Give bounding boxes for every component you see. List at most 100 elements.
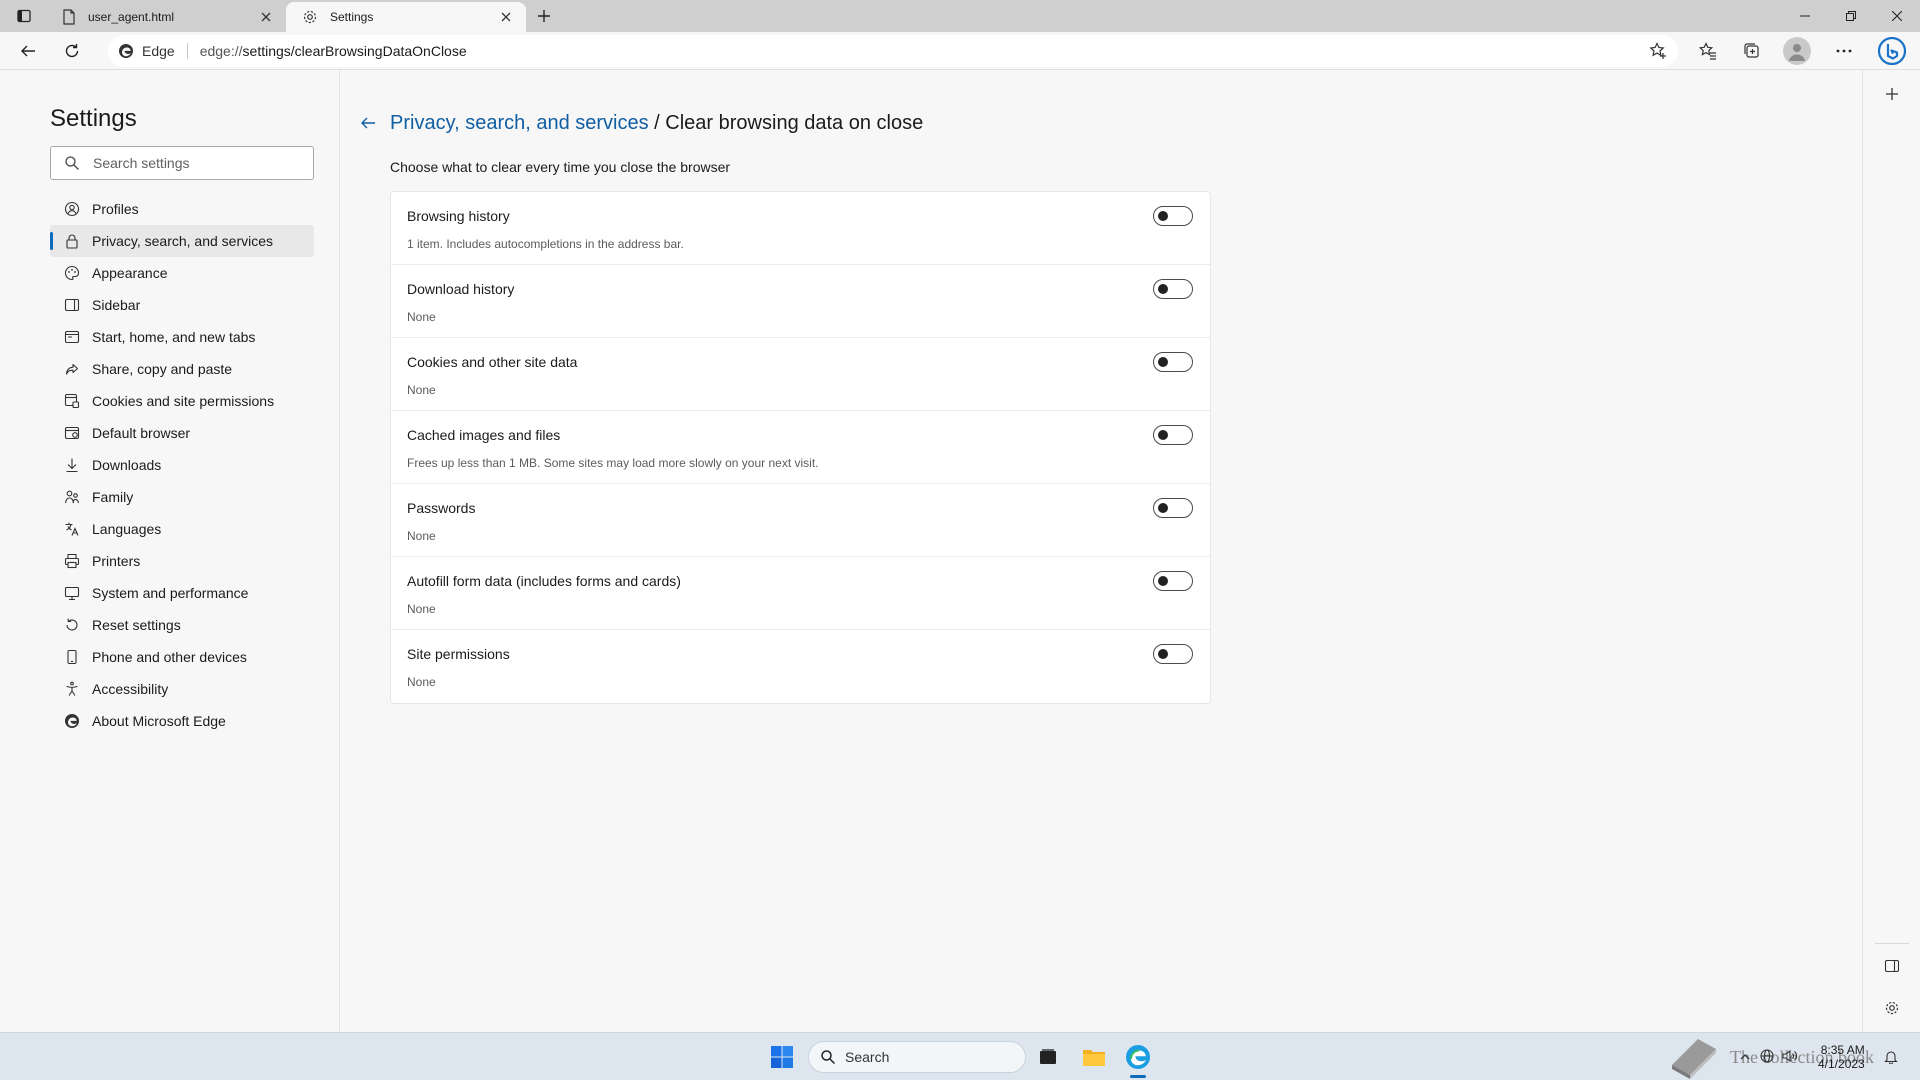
clear-options-card: Browsing history 1 item. Includes autoco… [390, 191, 1211, 704]
sidebar-item-reset[interactable]: Reset settings [50, 609, 314, 641]
tab-settings[interactable]: Settings [286, 2, 526, 32]
cookies-toggle[interactable] [1153, 352, 1193, 372]
favorites-icon [1699, 42, 1716, 60]
volume-button[interactable] [1782, 1049, 1798, 1066]
task-view-button[interactable] [1030, 1039, 1066, 1075]
ellipsis-icon [1836, 49, 1852, 53]
system-tray [1740, 1033, 1798, 1080]
sidebar-add-button[interactable] [1880, 82, 1904, 106]
notifications-button[interactable] [1884, 1033, 1898, 1080]
start-button[interactable] [764, 1039, 800, 1075]
sidebar-item-family[interactable]: Family [50, 481, 314, 513]
sidebar-settings-button[interactable] [1880, 996, 1904, 1020]
reset-icon [64, 617, 80, 633]
sidebar-item-label: Phone and other devices [92, 649, 247, 665]
restore-button[interactable] [1828, 0, 1874, 32]
toggle-knob [1158, 211, 1168, 221]
network-button[interactable] [1760, 1048, 1774, 1066]
browsing-history-toggle[interactable] [1153, 206, 1193, 226]
sidebar-item-label: Profiles [92, 201, 139, 217]
option-title: Browsing history [407, 208, 510, 224]
taskbar-clock[interactable]: 8:35 AM 4/1/2023 [1818, 1043, 1865, 1071]
sidebar-item-about[interactable]: About Microsoft Edge [50, 705, 314, 737]
window-close-button[interactable] [1874, 0, 1920, 32]
sidebar-item-phone[interactable]: Phone and other devices [50, 641, 314, 673]
globe-icon [1760, 1048, 1774, 1063]
sidebar-item-start-home[interactable]: Start, home, and new tabs [50, 321, 314, 353]
option-description: Frees up less than 1 MB. Some sites may … [407, 456, 819, 470]
site-permissions-toggle[interactable] [1153, 644, 1193, 664]
option-cached-images: Cached images and files Frees up less th… [391, 411, 1210, 484]
browser-icon [64, 425, 80, 441]
sidebar-item-label: Default browser [92, 425, 191, 441]
address-bar[interactable]: Edge edge://settings/clearBrowsingDataOn… [108, 35, 1678, 67]
system-icon [64, 585, 80, 601]
sidebar-item-sidebar[interactable]: Sidebar [50, 289, 314, 321]
tab-title: Settings [330, 10, 374, 24]
collections-icon [1744, 43, 1759, 58]
printer-icon [64, 553, 80, 569]
browser-toolbar: Edge edge://settings/clearBrowsingDataOn… [0, 32, 1920, 70]
tray-overflow-button[interactable] [1740, 1050, 1750, 1064]
taskbar-search[interactable]: Search [808, 1041, 1026, 1073]
edge-logo-icon [119, 44, 133, 58]
sidebar-item-accessibility[interactable]: Accessibility [50, 673, 314, 705]
file-explorer-button[interactable] [1076, 1039, 1112, 1075]
back-to-privacy-button[interactable] [357, 112, 379, 134]
option-description: None [407, 310, 436, 324]
bing-logo-icon [1878, 37, 1906, 65]
breadcrumb-separator: / [648, 112, 666, 134]
sidebar-item-privacy[interactable]: Privacy, search, and services [50, 225, 314, 257]
option-title: Passwords [407, 500, 476, 516]
refresh-button[interactable] [56, 36, 88, 66]
sidebar-item-printers[interactable]: Printers [50, 545, 314, 577]
url-text[interactable]: edge://settings/clearBrowsingDataOnClose [200, 43, 467, 59]
collections-button[interactable] [1736, 36, 1768, 66]
sidebar-item-appearance[interactable]: Appearance [50, 257, 314, 289]
plus-icon [1886, 88, 1898, 100]
tab-close-button[interactable] [498, 9, 514, 25]
minimize-button[interactable] [1782, 0, 1828, 32]
copilot-button[interactable] [1876, 35, 1908, 67]
sidebar-item-share-copy[interactable]: Share, copy and paste [50, 353, 314, 385]
sidebar-item-default-browser[interactable]: Default browser [50, 417, 314, 449]
clock-date: 4/1/2023 [1818, 1057, 1865, 1071]
search-settings-input[interactable] [93, 155, 303, 171]
sidebar-item-cookies[interactable]: Cookies and site permissions [50, 385, 314, 417]
option-title: Site permissions [407, 646, 510, 662]
breadcrumb-privacy-link[interactable]: Privacy, search, and services [390, 112, 649, 134]
autofill-toggle[interactable] [1153, 571, 1193, 591]
sidebar-item-profiles[interactable]: Profiles [50, 193, 314, 225]
profile-avatar-button[interactable] [1783, 37, 1811, 65]
sidebar-item-downloads[interactable]: Downloads [50, 449, 314, 481]
hide-sidebar-button[interactable] [1880, 954, 1904, 978]
sidebar-item-label: Downloads [92, 457, 162, 473]
settings-content: Privacy, search, and services / Clear br… [341, 70, 1862, 1032]
option-description: None [407, 383, 436, 397]
download-history-toggle[interactable] [1153, 279, 1193, 299]
tab-close-button[interactable] [258, 9, 274, 25]
back-button[interactable] [12, 36, 44, 66]
new-tab-button[interactable] [530, 4, 558, 28]
add-favorite-button[interactable] [1644, 39, 1672, 63]
url-scheme: edge:// [199, 43, 243, 59]
sidebar-item-system[interactable]: System and performance [50, 577, 314, 609]
chevron-up-icon [1740, 1054, 1750, 1060]
passwords-toggle[interactable] [1153, 498, 1193, 518]
arrow-left-icon [361, 117, 375, 129]
download-icon [64, 457, 80, 473]
favorites-button[interactable] [1692, 36, 1724, 66]
more-menu-button[interactable] [1828, 36, 1860, 66]
cached-images-toggle[interactable] [1153, 425, 1193, 445]
tab-actions-button[interactable] [8, 4, 40, 28]
option-title: Autofill form data (includes forms and c… [407, 573, 681, 589]
toggle-knob [1158, 284, 1168, 294]
search-settings-box[interactable] [50, 146, 314, 180]
toggle-knob [1158, 576, 1168, 586]
tab-user-agent[interactable]: user_agent.html [46, 2, 286, 32]
site-info-button[interactable]: Edge [108, 43, 175, 59]
sidebar-item-languages[interactable]: Languages [50, 513, 314, 545]
gear-icon [1885, 1001, 1899, 1015]
taskbar-edge-button[interactable] [1120, 1039, 1156, 1075]
windows-logo-icon [771, 1046, 793, 1068]
